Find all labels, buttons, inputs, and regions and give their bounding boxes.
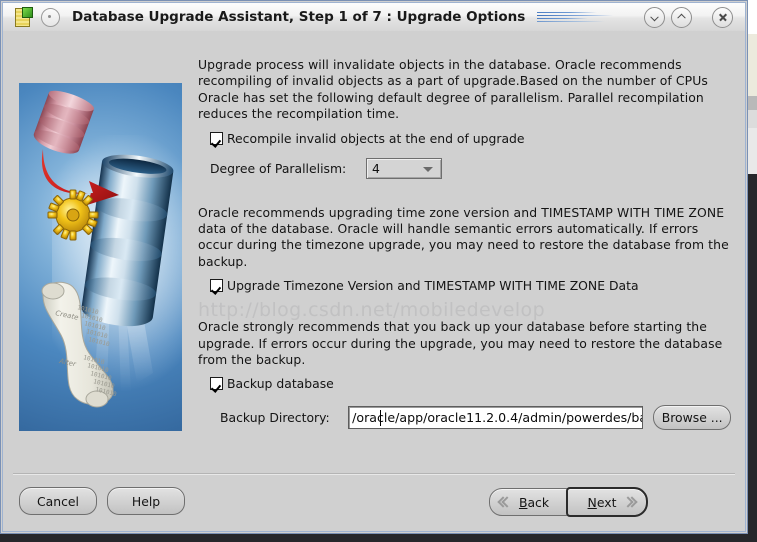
window-title: Database Upgrade Assistant, Step 1 of 7 … bbox=[72, 9, 526, 25]
backup-directory-row: Backup Directory: /oracle/app/oracle11.2… bbox=[198, 405, 731, 431]
timezone-checkbox[interactable] bbox=[210, 279, 223, 293]
backup-checkbox-label: Backup database bbox=[227, 376, 334, 392]
parallelism-select[interactable]: 4 bbox=[366, 157, 442, 179]
close-button[interactable] bbox=[712, 6, 733, 28]
backup-directory-input[interactable]: /oracle/app/oracle11.2.0.4/admin/powerde… bbox=[348, 406, 644, 430]
options-content: Upgrade process will invalidate objects … bbox=[198, 57, 731, 431]
recompile-checkbox[interactable] bbox=[210, 131, 223, 145]
window-menu-icon[interactable] bbox=[41, 7, 60, 27]
next-button-label: Next bbox=[587, 494, 617, 510]
next-button[interactable]: Next bbox=[566, 487, 648, 517]
backup-directory-value: /oracle/app/oracle11.2.0.4/admin/powerde… bbox=[352, 410, 644, 426]
timezone-checkbox-row[interactable]: Upgrade Timezone Version and TIMESTAMP W… bbox=[210, 278, 731, 293]
recompile-checkbox-label: Recompile invalid objects at the end of … bbox=[227, 130, 525, 146]
chevron-down-icon bbox=[651, 13, 658, 20]
browse-button[interactable]: Browse ... bbox=[653, 405, 731, 431]
footer-bar: Cancel Help Back Next bbox=[3, 487, 745, 517]
backup-directory-label: Backup Directory: bbox=[220, 410, 330, 426]
timezone-checkbox-label: Upgrade Timezone Version and TIMESTAMP W… bbox=[227, 278, 639, 294]
chevron-left-double-icon bbox=[497, 496, 513, 509]
backup-description: Oracle strongly recommends that you back… bbox=[198, 319, 723, 368]
parallelism-row: Degree of Parallelism: 4 bbox=[198, 157, 731, 179]
illustration-panel: Create Alter 101010 101010 101010 101010… bbox=[19, 83, 182, 431]
recompile-description: Upgrade process will invalidate objects … bbox=[198, 57, 708, 122]
chevron-down-icon bbox=[423, 166, 433, 172]
chevron-up-icon bbox=[678, 14, 685, 21]
timezone-description: Oracle recommends upgrading time zone ve… bbox=[198, 204, 729, 269]
svg-text:101010: 101010 bbox=[88, 336, 111, 348]
footer-separator bbox=[13, 473, 735, 475]
help-button[interactable]: Help bbox=[107, 487, 185, 515]
title-bar[interactable]: Database Upgrade Assistant, Step 1 of 7 … bbox=[3, 3, 745, 32]
backup-checkbox[interactable] bbox=[210, 377, 223, 391]
backup-checkbox-row[interactable]: Backup database bbox=[210, 376, 731, 391]
parallelism-label: Degree of Parallelism: bbox=[210, 160, 347, 176]
dialog-window: Database Upgrade Assistant, Step 1 of 7 … bbox=[0, 0, 748, 534]
text-caret bbox=[380, 410, 382, 427]
sql-scroll-graphic: Create Alter 101010 101010 101010 101010… bbox=[41, 281, 118, 408]
database-upgrade-icon bbox=[13, 7, 33, 27]
back-button-label: Back bbox=[518, 494, 550, 510]
cancel-button[interactable]: Cancel bbox=[19, 487, 97, 515]
screen: Database Upgrade Assistant, Step 1 of 7 … bbox=[0, 0, 757, 542]
close-icon bbox=[718, 13, 727, 22]
parallelism-value: 4 bbox=[372, 160, 380, 176]
dialog-body: http://blog.csdn.net/mobiledevelop Creat… bbox=[3, 31, 745, 531]
back-button[interactable]: Back bbox=[489, 488, 569, 516]
chevron-right-double-icon bbox=[622, 496, 638, 509]
maximize-button[interactable] bbox=[671, 6, 692, 28]
dialog-window-inner: Database Upgrade Assistant, Step 1 of 7 … bbox=[2, 2, 746, 532]
titlebar-decoration-lines bbox=[537, 10, 634, 24]
recompile-checkbox-row[interactable]: Recompile invalid objects at the end of … bbox=[210, 131, 731, 146]
navigation-buttons: Back Next bbox=[489, 487, 648, 517]
minimize-button[interactable] bbox=[644, 6, 665, 28]
gear-icon bbox=[47, 189, 99, 241]
